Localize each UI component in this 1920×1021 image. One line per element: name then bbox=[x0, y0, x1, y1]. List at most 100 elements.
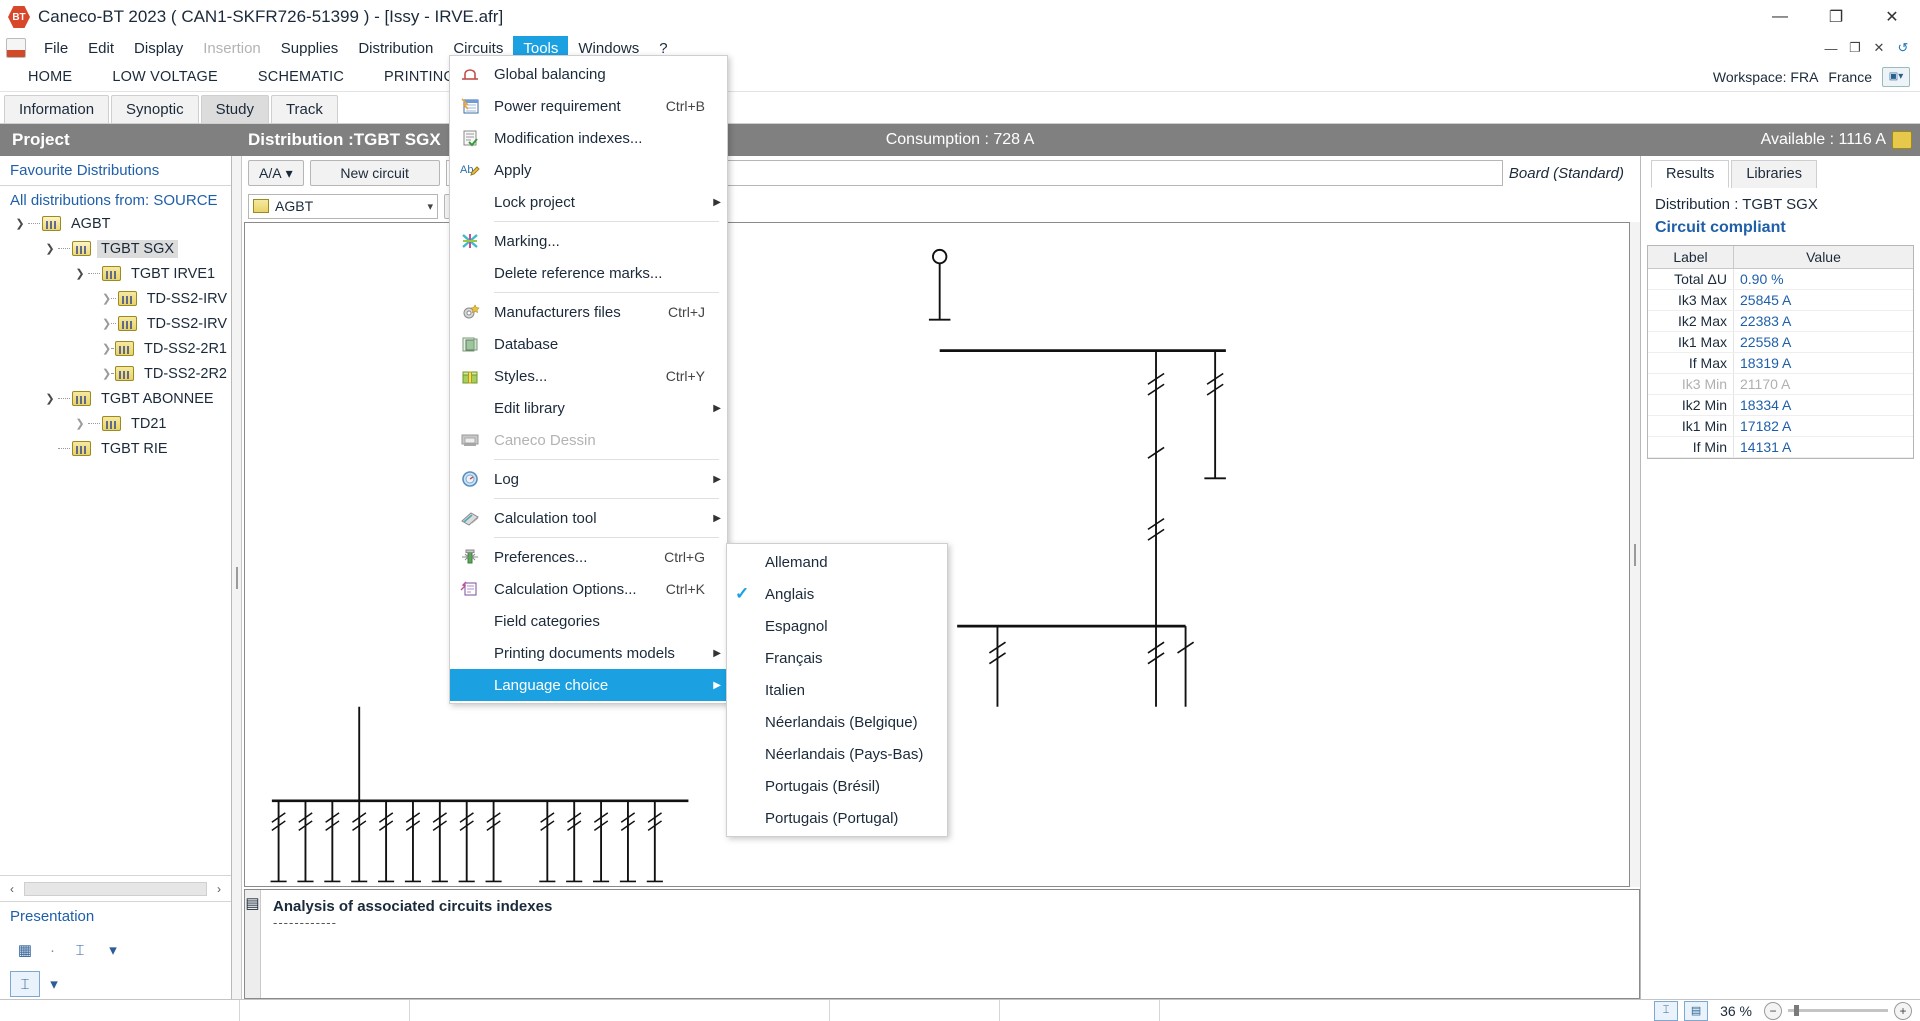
menu-item-field-categories[interactable]: Field categories bbox=[450, 605, 727, 637]
tree-item-td-ss2-2r1[interactable]: ❯ TD-SS2-2R1 bbox=[6, 336, 231, 361]
tab-synoptic[interactable]: Synoptic bbox=[111, 95, 199, 123]
tab-results[interactable]: Results bbox=[1651, 160, 1730, 188]
chevron-right-icon[interactable]: ▶ bbox=[705, 474, 721, 485]
language-item-anglais[interactable]: ✓ Anglais bbox=[727, 578, 947, 610]
menu-display[interactable]: Display bbox=[124, 36, 193, 61]
chevron-right-icon[interactable]: ▶ bbox=[705, 197, 721, 208]
menu-item-global-balancing[interactable]: Global balancing bbox=[450, 58, 727, 90]
menu-item-marking[interactable]: Marking... bbox=[450, 225, 727, 257]
fit-page-icon[interactable]: ⌶ bbox=[1654, 1000, 1679, 1021]
menu-item-edit-library[interactable]: Edit library ▶ bbox=[450, 392, 727, 424]
table-row[interactable]: Ik1 Max 22558 A bbox=[1648, 332, 1913, 353]
chevron-right-icon[interactable]: ❯ bbox=[102, 342, 111, 355]
table-row[interactable]: Ik1 Min 17182 A bbox=[1648, 416, 1913, 437]
language-item-allemand[interactable]: Allemand bbox=[727, 546, 947, 578]
language-item-portugais-bresil[interactable]: Portugais (Brésil) bbox=[727, 770, 947, 802]
tree-item-td-ss2-irv-2[interactable]: ❯ TD-SS2-IRV bbox=[6, 311, 231, 336]
chevron-right-icon[interactable]: ❯ bbox=[102, 292, 111, 305]
chevron-down-icon[interactable]: ❯ bbox=[72, 267, 88, 280]
zoom-out-button[interactable]: − bbox=[1764, 1001, 1782, 1020]
ratio-button[interactable]: A/A ▾ bbox=[248, 160, 304, 186]
language-item-italien[interactable]: Italien bbox=[727, 674, 947, 706]
ribbon-tab-low-voltage[interactable]: LOW VOLTAGE bbox=[92, 65, 238, 89]
language-item-neerlandais-pays-bas[interactable]: Néerlandais (Pays-Bas) bbox=[727, 738, 947, 770]
menu-item-power-requirement[interactable]: Power requirement Ctrl+B bbox=[450, 90, 727, 122]
close-icon[interactable]: ✕ bbox=[1864, 0, 1920, 34]
menu-item-calculation-tool[interactable]: Calculation tool ▶ bbox=[450, 502, 727, 534]
language-item-francais[interactable]: Français bbox=[727, 642, 947, 674]
table-row[interactable]: Ik2 Max 22383 A bbox=[1648, 311, 1913, 332]
menu-distribution[interactable]: Distribution bbox=[348, 36, 443, 61]
restore-icon[interactable]: ❐ bbox=[1808, 0, 1864, 34]
language-item-neerlandais-belgique[interactable]: Néerlandais (Belgique) bbox=[727, 706, 947, 738]
workspace-switch-icon[interactable]: ▣▾ bbox=[1882, 66, 1910, 87]
menu-item-log[interactable]: Log ▶ bbox=[450, 463, 727, 495]
chevron-down-icon[interactable]: ❯ bbox=[42, 392, 58, 405]
tree-view-icon[interactable]: ⌶ bbox=[65, 937, 95, 963]
tab-information[interactable]: Information bbox=[4, 95, 110, 123]
chevron-down-icon[interactable]: ❯ bbox=[12, 217, 28, 230]
menu-item-language-choice[interactable]: Language choice ▶ bbox=[450, 669, 727, 701]
center-splitter[interactable] bbox=[1630, 222, 1640, 887]
zoom-slider-knob[interactable] bbox=[1794, 1005, 1799, 1016]
description-field[interactable] bbox=[647, 160, 1503, 186]
menu-item-printing-documents-models[interactable]: Printing documents models ▶ bbox=[450, 637, 727, 669]
menu-supplies[interactable]: Supplies bbox=[271, 36, 349, 61]
ribbon-tab-schematic[interactable]: SCHEMATIC bbox=[238, 65, 364, 89]
mdi-close-icon[interactable]: ✕ bbox=[1868, 37, 1890, 59]
table-row[interactable]: Ik3 Min 21170 A bbox=[1648, 374, 1913, 395]
menu-item-delete-reference-marks[interactable]: Delete reference marks... bbox=[450, 257, 727, 289]
language-submenu[interactable]: Allemand ✓ Anglais Espagnol Français Ita… bbox=[726, 543, 948, 837]
chevron-right-icon[interactable]: ❯ bbox=[102, 367, 111, 380]
scroll-right-icon[interactable]: › bbox=[211, 882, 227, 896]
zoom-slider[interactable] bbox=[1788, 1005, 1888, 1016]
table-row[interactable]: Total ΔU 0.90 % bbox=[1648, 269, 1913, 290]
table-row[interactable]: If Max 18319 A bbox=[1648, 353, 1913, 374]
menu-item-preferences[interactable]: Preferences... Ctrl+G bbox=[450, 541, 727, 573]
chevron-down-icon[interactable]: ▾ bbox=[286, 165, 293, 182]
tree-item-td-ss2-2r2[interactable]: ❯ TD-SS2-2R2 bbox=[6, 361, 231, 386]
chevron-right-icon[interactable]: ▶ bbox=[705, 403, 721, 414]
table-row[interactable]: If Min 14131 A bbox=[1648, 437, 1913, 458]
menu-item-modification-indexes[interactable]: Modification indexes... bbox=[450, 122, 727, 154]
table-row[interactable]: Ik2 Min 18334 A bbox=[1648, 395, 1913, 416]
chevron-down-icon[interactable]: ▾ bbox=[427, 200, 433, 213]
tools-dropdown-menu[interactable]: Global balancing Power requirement Ctrl+… bbox=[449, 55, 728, 704]
chevron-right-icon[interactable]: ▶ bbox=[705, 648, 721, 659]
new-circuit-button[interactable]: New circuit bbox=[309, 160, 440, 186]
tree-item-tgbt-abonnee[interactable]: ❯ TGBT ABONNEE bbox=[6, 386, 231, 411]
chevron-down-icon[interactable]: ▾ bbox=[105, 937, 121, 963]
chevron-right-icon[interactable]: ❯ bbox=[72, 417, 88, 430]
language-item-portugais-portugal[interactable]: Portugais (Portugal) bbox=[727, 802, 947, 834]
menu-item-manufacturers-files[interactable]: Manufacturers files Ctrl+J bbox=[450, 296, 727, 328]
menu-edit[interactable]: Edit bbox=[78, 36, 124, 61]
chevron-right-icon[interactable]: ❯ bbox=[102, 317, 111, 330]
left-splitter[interactable] bbox=[232, 156, 242, 999]
analysis-tab-strip[interactable]: ▤ bbox=[245, 890, 261, 998]
zoom-in-button[interactable]: + bbox=[1894, 1001, 1912, 1020]
tab-libraries[interactable]: Libraries bbox=[1731, 160, 1817, 188]
favourite-distributions-link[interactable]: Favourite Distributions bbox=[0, 156, 231, 186]
menu-item-apply[interactable]: Ab Apply bbox=[450, 154, 727, 186]
distribution-combo[interactable]: AGBT ▾ bbox=[248, 193, 438, 219]
menu-item-styles[interactable]: Styles... Ctrl+Y bbox=[450, 360, 727, 392]
menu-item-calculation-options[interactable]: Calculation Options... Ctrl+K bbox=[450, 573, 727, 605]
chevron-down-icon[interactable]: ❯ bbox=[42, 242, 58, 255]
refresh-icon[interactable]: ↺ bbox=[1892, 37, 1914, 59]
fit-width-icon[interactable]: ▤ bbox=[1684, 1000, 1709, 1021]
ribbon-tab-home[interactable]: HOME bbox=[8, 65, 92, 89]
scrollbar-track[interactable] bbox=[24, 881, 207, 896]
chevron-right-icon[interactable]: ▶ bbox=[705, 680, 721, 691]
tree-item-td-ss2-irv-1[interactable]: ❯ TD-SS2-IRV bbox=[6, 286, 231, 311]
minimize-icon[interactable]: — bbox=[1752, 0, 1808, 34]
chevron-right-icon[interactable]: ▶ bbox=[705, 513, 721, 524]
menu-item-lock-project[interactable]: Lock project ▶ bbox=[450, 186, 727, 218]
table-view-icon[interactable]: ▦ bbox=[10, 937, 40, 963]
mdi-restore-icon[interactable]: ❐ bbox=[1844, 37, 1866, 59]
chevron-down-icon[interactable]: ▾ bbox=[46, 971, 62, 997]
schematic-view-icon[interactable]: ⌶ bbox=[10, 971, 40, 997]
language-item-espagnol[interactable]: Espagnol bbox=[727, 610, 947, 642]
scroll-left-icon[interactable]: ‹ bbox=[4, 882, 20, 896]
tree-item-agbt[interactable]: ❯ AGBT bbox=[6, 211, 231, 236]
tab-study[interactable]: Study bbox=[200, 95, 269, 123]
